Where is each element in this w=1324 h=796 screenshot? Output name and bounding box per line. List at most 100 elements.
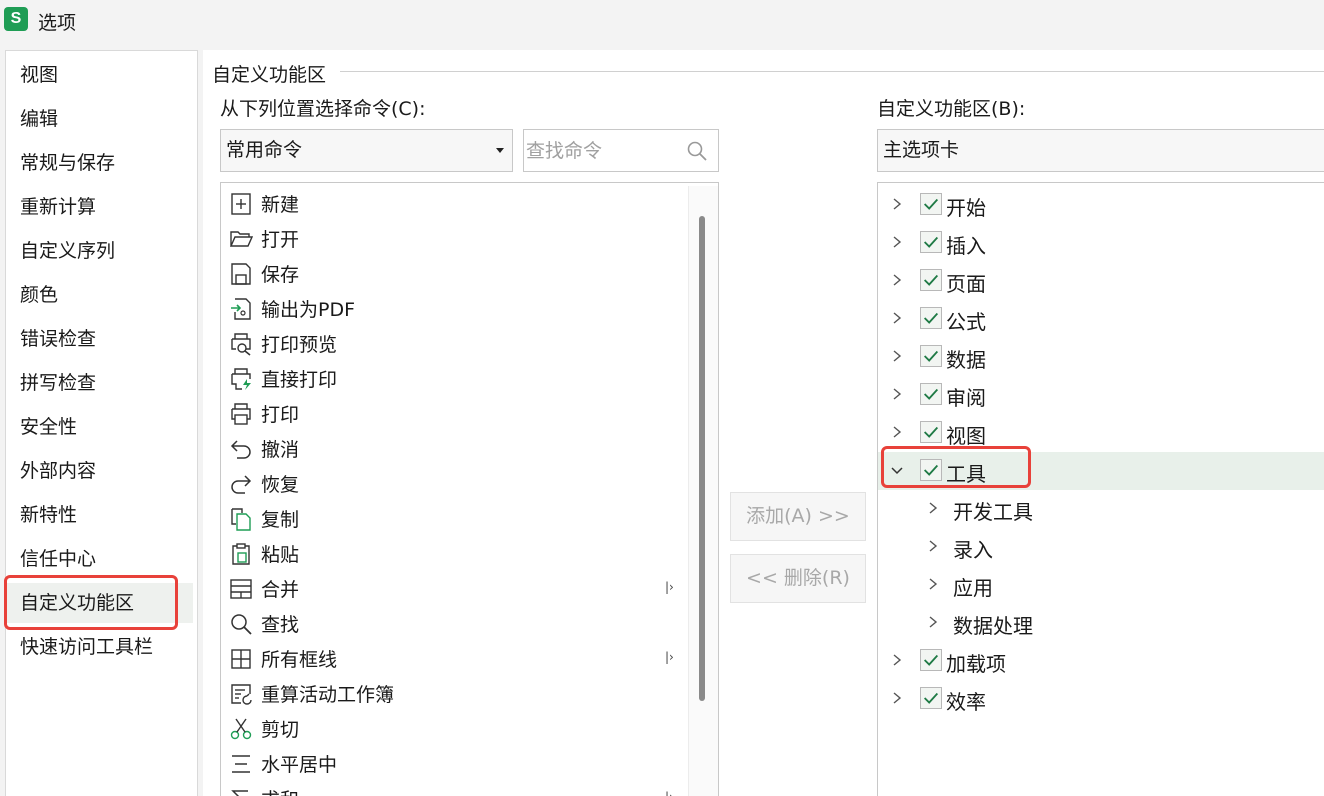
list-item[interactable]: 所有框线 |› [221,641,691,676]
chevron-right-icon[interactable] [890,346,904,366]
list-item[interactable]: 求和 |› [221,781,691,796]
tree-node-entry[interactable]: 录入 [878,528,1324,566]
group-label: 录入 [953,538,993,562]
checkbox[interactable] [920,345,942,367]
nav-item-custom-lists[interactable]: 自定义序列 [6,231,193,271]
list-item[interactable]: 合并 |› [221,571,691,606]
checkmark-icon [923,654,939,666]
nav-item-view[interactable]: 视图 [6,55,193,95]
checkbox[interactable] [920,383,942,405]
list-item[interactable]: 复制 [221,501,691,536]
tab-label: 工具 [946,462,986,486]
checkmark-icon [923,350,939,362]
nav-item-new-features[interactable]: 新特性 [6,495,193,535]
nav-item-recalculate[interactable]: 重新计算 [6,187,193,227]
chevron-right-icon[interactable] [890,384,904,404]
list-item[interactable]: 保存 [221,256,691,291]
command-search-box[interactable] [523,129,719,172]
list-item[interactable]: 粘贴 [221,536,691,571]
checkbox[interactable] [920,459,942,481]
list-item[interactable]: 打印 [221,396,691,431]
new-file-icon [231,193,251,215]
tree-node-start[interactable]: 开始 [878,186,1324,224]
chevron-right-icon[interactable] [890,194,904,214]
list-item[interactable]: 剪切 [221,711,691,746]
checkbox[interactable] [920,307,942,329]
command-label: 合并 [261,579,300,601]
dropdown-arrow-icon [496,148,504,153]
list-item[interactable]: 新建 [221,186,691,221]
chevron-right-icon[interactable] [926,498,940,518]
nav-item-general-save[interactable]: 常规与保存 [6,143,193,183]
paste-icon [232,543,250,565]
remove-button[interactable]: << 删除(R) [730,554,866,603]
print-icon [231,403,251,425]
command-label: 保存 [261,264,300,286]
chevron-right-icon[interactable] [890,270,904,290]
nav-item-customize-ribbon[interactable]: 自定义功能区 [6,583,193,623]
command-list-scrollbar[interactable] [688,186,718,796]
chevron-right-icon[interactable] [926,574,940,594]
open-folder-icon [229,231,253,247]
tree-node-data[interactable]: 数据 [878,338,1324,376]
checkmark-icon [923,274,939,286]
chevron-right-icon[interactable] [890,232,904,252]
nav-item-color[interactable]: 颜色 [6,275,193,315]
chevron-right-icon[interactable] [926,536,940,556]
tree-node-efficiency[interactable]: 效率 [878,680,1324,718]
list-item[interactable]: 查找 [221,606,691,641]
list-item[interactable]: 输出为PDF [221,291,691,326]
list-item[interactable]: 打开 [221,221,691,256]
list-item[interactable]: 恢复 [221,466,691,501]
command-label: 粘贴 [261,544,300,566]
scrollbar-thumb[interactable] [699,216,705,701]
checkbox[interactable] [920,269,942,291]
list-item[interactable]: 打印预览 [221,326,691,361]
list-item[interactable]: 水平居中 [221,746,691,781]
tree-node-addins[interactable]: 加载项 [878,642,1324,680]
options-nav: 视图 编辑 常规与保存 重新计算 自定义序列 颜色 错误检查 拼写检查 安全性 … [5,50,198,796]
add-button[interactable]: 添加(A) >> [730,492,866,541]
chevron-right-icon[interactable] [890,650,904,670]
nav-item-error-check[interactable]: 错误检查 [6,319,193,359]
chevron-down-icon[interactable] [890,460,904,480]
tree-node-view[interactable]: 视图 [878,414,1324,452]
nav-item-external-content[interactable]: 外部内容 [6,451,193,491]
tree-node-insert[interactable]: 插入 [878,224,1324,262]
command-label: 复制 [261,509,300,531]
tree-node-review[interactable]: 审阅 [878,376,1324,414]
checkbox[interactable] [920,421,942,443]
command-list[interactable]: 新建 打开 保存 输出为PDF 打印预览 直接打印 打印 撤消 恢复 复制 粘贴 [220,182,719,796]
list-item[interactable]: 撤消 [221,431,691,466]
list-item[interactable]: 直接打印 [221,361,691,396]
checkbox[interactable] [920,687,942,709]
search-icon[interactable] [686,140,708,162]
tree-node-tools[interactable]: 工具 [878,452,1324,490]
nav-item-spell-check[interactable]: 拼写检查 [6,363,193,403]
chevron-right-icon[interactable] [926,612,940,632]
tree-node-apps[interactable]: 应用 [878,566,1324,604]
nav-item-quick-access-toolbar[interactable]: 快速访问工具栏 [6,627,193,667]
list-item[interactable]: 重算活动工作簿 [221,676,691,711]
chevron-right-icon[interactable] [890,308,904,328]
tree-node-page[interactable]: 页面 [878,262,1324,300]
checkbox[interactable] [920,193,942,215]
tree-node-formula[interactable]: 公式 [878,300,1324,338]
chevron-right-icon[interactable] [890,422,904,442]
nav-item-security[interactable]: 安全性 [6,407,193,447]
tree-node-data-processing[interactable]: 数据处理 [878,604,1324,642]
title-bar: S 选项 [0,0,1324,42]
app-logo-icon: S [4,7,28,31]
command-source-dropdown[interactable]: 常用命令 [220,129,513,172]
tab-label: 视图 [946,424,986,448]
checkbox[interactable] [920,649,942,671]
nav-item-edit[interactable]: 编辑 [6,99,193,139]
chevron-right-icon[interactable] [890,688,904,708]
ribbon-tab-tree[interactable]: 开始 插入 页面 公式 数据 审阅 视图 工具 开发工具 录入 应用 数据处理 … [877,182,1324,796]
command-label: 重算活动工作簿 [261,684,395,706]
checkbox[interactable] [920,231,942,253]
ribbon-scope-dropdown[interactable]: 主选项卡 [877,129,1324,172]
command-search-input[interactable] [526,134,684,167]
tree-node-developer-tools[interactable]: 开发工具 [878,490,1324,528]
nav-item-trust-center[interactable]: 信任中心 [6,539,193,579]
